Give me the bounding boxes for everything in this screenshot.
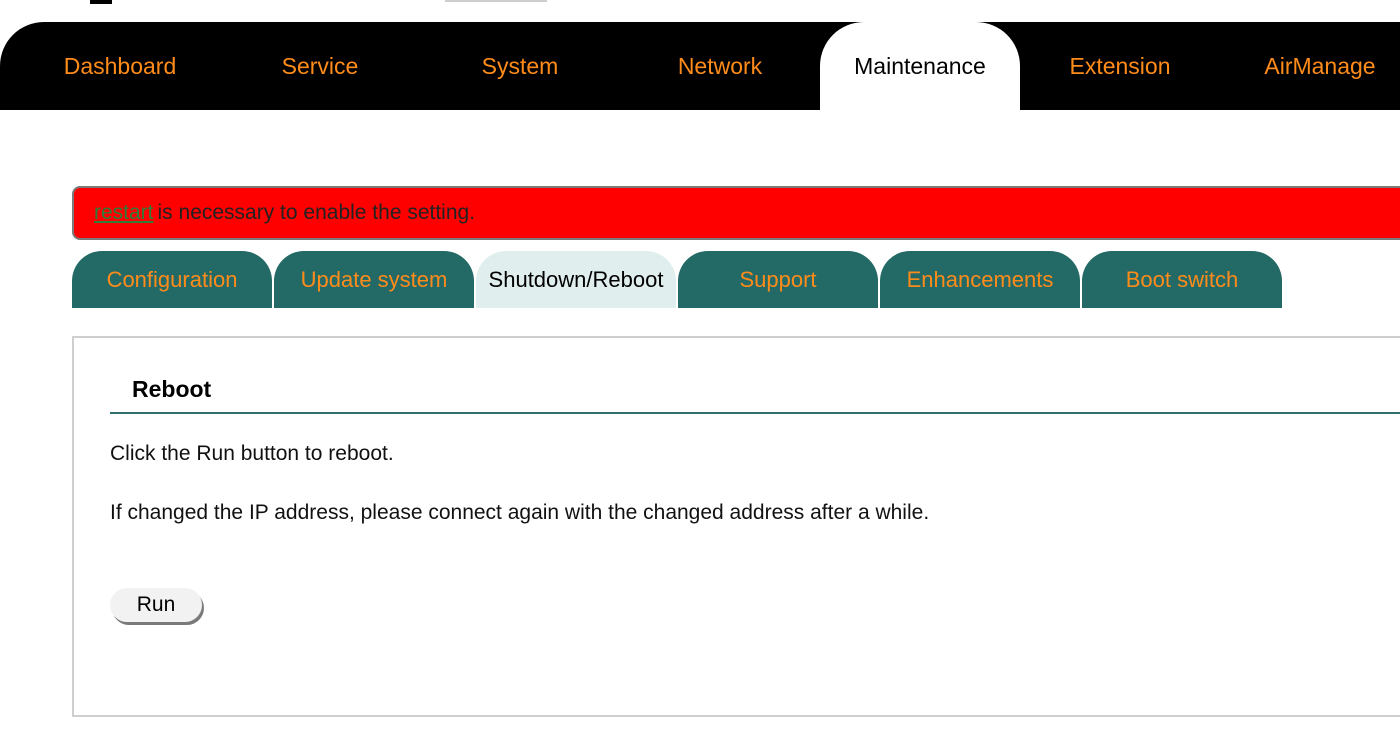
restart-link[interactable]: restart [94,201,154,225]
main-tab-label: AirManage [1264,52,1376,79]
main-tab-extension[interactable]: Extension [1020,22,1220,110]
tab-update-system[interactable]: Update system [274,251,474,308]
tab-shutdown-reboot[interactable]: Shutdown/Reboot [476,251,676,308]
header-remnant-bar [445,0,547,2]
reboot-panel: Reboot Click the Run button to reboot. I… [72,336,1400,717]
tab-boot-switch[interactable]: Boot switch [1082,251,1282,308]
main-tab-label: Maintenance [854,52,986,79]
alert-message: is necessary to enable the setting. [157,201,476,224]
main-tab-label: System [481,52,559,79]
page: Dashboard Service System Network Mainten… [0,0,1400,730]
section-title: Reboot [132,376,212,402]
tab-support[interactable]: Support [678,251,878,308]
main-tab-label: Dashboard [63,52,177,79]
main-tab-network[interactable]: Network [620,22,820,110]
tab-label: Shutdown/Reboot [488,266,664,292]
main-tab-label: Service [281,52,359,79]
main-tab-dashboard[interactable]: Dashboard [20,22,220,110]
tab-label: Boot switch [1125,266,1239,292]
run-button[interactable]: Run [110,588,202,622]
main-tab-maintenance[interactable]: Maintenance [820,22,1020,110]
tab-label: Configuration [106,266,238,292]
section-divider [110,412,1400,414]
main-nav: Dashboard Service System Network Mainten… [0,22,1400,110]
tab-enhancements[interactable]: Enhancements [880,251,1080,308]
main-tab-label: Extension [1069,52,1171,79]
tab-label: Enhancements [906,266,1054,292]
main-tab-label: Network [677,52,763,79]
restart-alert: restart is necessary to enable the setti… [72,186,1400,240]
ip-change-note: If changed the IP address, please connec… [110,501,930,524]
reboot-instruction: Click the Run button to reboot. [110,442,394,465]
tab-label: Update system [300,266,448,292]
main-tab-service[interactable]: Service [220,22,420,110]
tab-configuration[interactable]: Configuration [72,251,272,308]
tab-label: Support [739,266,817,292]
header-remnant [90,0,112,4]
main-tab-airmanage[interactable]: AirManage [1220,22,1400,110]
main-tab-system[interactable]: System [420,22,620,110]
